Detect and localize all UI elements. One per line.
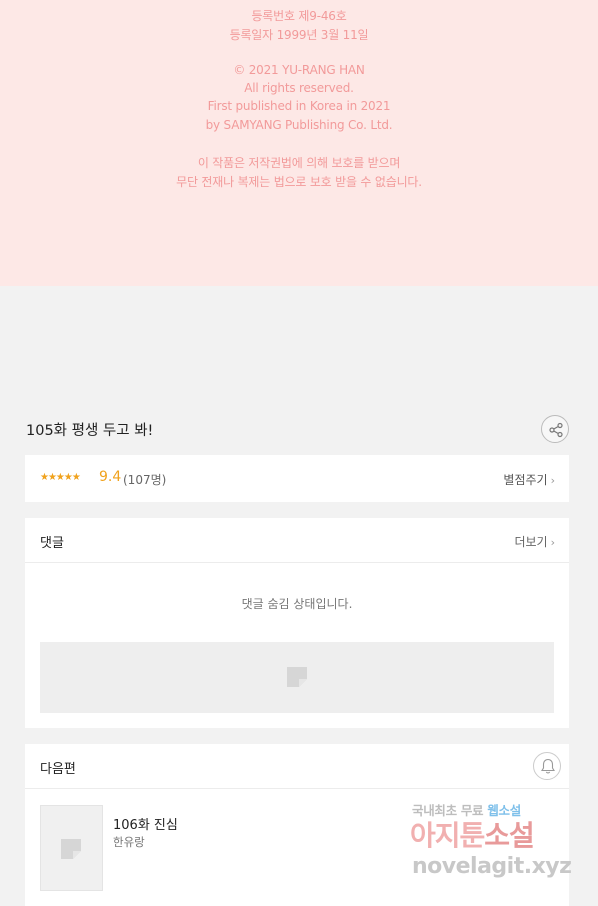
- registration-number: 등록번호 제9-46호: [251, 9, 347, 23]
- comments-more-button[interactable]: 더보기 ›: [514, 533, 555, 550]
- ad-banner[interactable]: [40, 642, 554, 713]
- rating-score: 9.4: [99, 469, 122, 485]
- registration-date: 등록일자 1999년 3월 11일: [229, 28, 369, 42]
- copyright-line: © 2021 YU-RANG HAN: [233, 63, 365, 77]
- next-episode-header: 다음편: [25, 744, 569, 789]
- watermark: 국내최초 무료 웹소설 아지툰소설 novelagit.xyz: [410, 798, 590, 888]
- comments-header: 댓글 더보기 ›: [25, 518, 569, 563]
- first-published: First published in Korea in 2021: [207, 99, 391, 113]
- rating-votes: (107명): [123, 473, 167, 487]
- episode-title: 105화 평생 두고 봐!: [26, 423, 154, 439]
- chevron-right-icon: ›: [550, 474, 555, 487]
- watermark-brand: 아지툰소설: [410, 819, 535, 852]
- notification-button[interactable]: [533, 752, 561, 780]
- comments-title: 댓글: [40, 536, 64, 551]
- copyright-panel: 등록번호 제9-46호 등록일자 1999년 3월 11일 © 2021 YU-…: [0, 0, 598, 286]
- share-button[interactable]: [541, 415, 569, 443]
- bell-icon: [541, 758, 555, 774]
- chevron-right-icon: ›: [550, 536, 555, 549]
- rights-reserved: All rights reserved.: [244, 81, 354, 95]
- copyright-notice-1: 이 작품은 저작권법에 의해 보호를 받으며: [197, 156, 401, 170]
- comments-card: 댓글 더보기 › 댓글 숨김 상태입니다.: [25, 518, 569, 728]
- share-icon: [549, 422, 563, 438]
- rating-card: ★★★★★ 9.4 (107명) 별점주기 ›: [25, 455, 569, 502]
- next-episode-thumbnail[interactable]: [40, 805, 103, 891]
- image-placeholder-icon: [287, 667, 307, 687]
- copyright-notice-2: 무단 전재나 복제는 법으로 보호 받을 수 없습니다.: [176, 175, 422, 189]
- image-placeholder-icon: [61, 839, 81, 859]
- comments-more-label: 더보기: [514, 535, 548, 549]
- rating-stars: ★★★★★: [40, 472, 81, 483]
- publisher: by SAMYANG Publishing Co. Ltd.: [205, 118, 393, 132]
- next-episode-author: 한유랑: [113, 835, 145, 849]
- next-episode-heading: 다음편: [40, 762, 76, 777]
- next-episode-title[interactable]: 106화 진심: [113, 814, 178, 833]
- comments-hidden-message: 댓글 숨김 상태입니다.: [241, 597, 353, 611]
- watermark-url: novelagit.xyz: [412, 854, 572, 879]
- rate-button[interactable]: 별점주기 ›: [503, 471, 555, 488]
- rate-button-label: 별점주기: [503, 473, 548, 487]
